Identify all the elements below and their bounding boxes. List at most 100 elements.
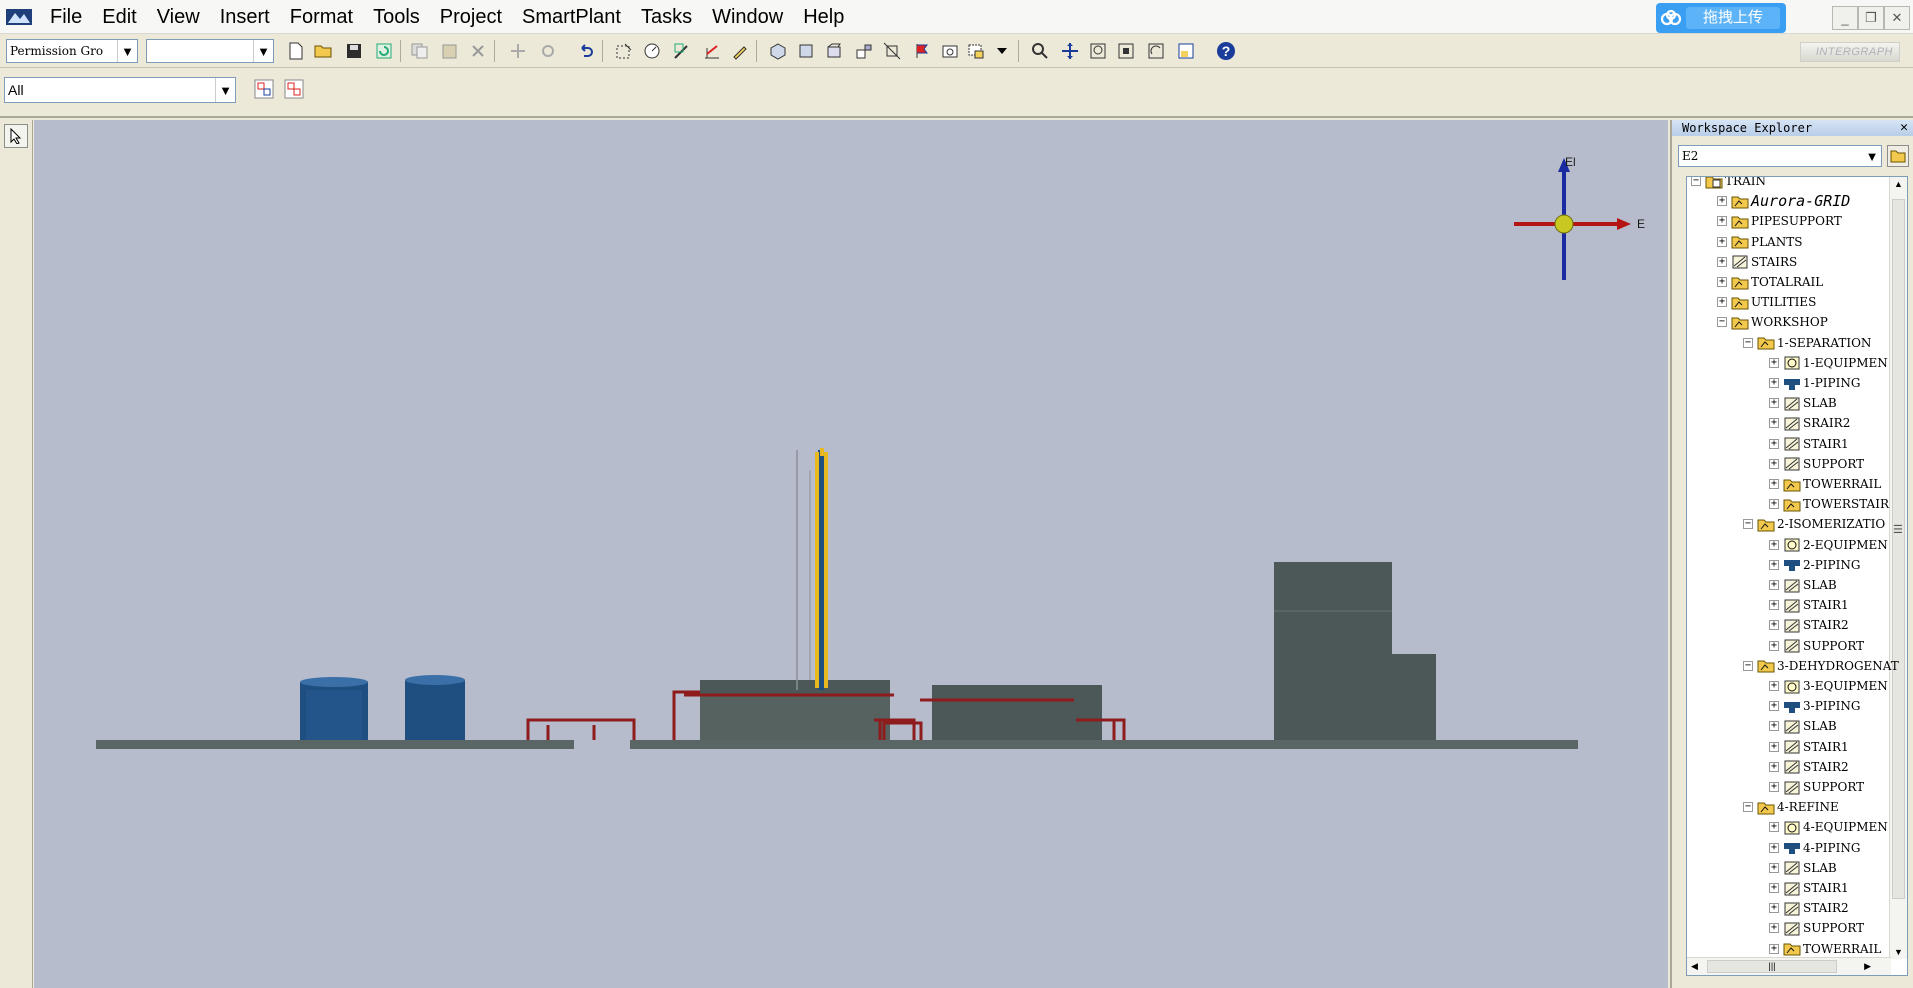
tree-node[interactable]: +2-EQUIPMEN — [1769, 535, 1888, 555]
paste-icon[interactable] — [438, 39, 462, 63]
new-file-icon[interactable] — [284, 39, 308, 63]
tree-node[interactable]: + STAIR1 — [1769, 878, 1849, 898]
expand-icon[interactable]: + — [1769, 782, 1779, 792]
expand-icon[interactable]: + — [1717, 236, 1727, 247]
close-icon[interactable]: ✕ — [1884, 6, 1910, 30]
tree-node[interactable]: + SLAB — [1769, 393, 1837, 413]
expand-icon[interactable]: + — [1769, 398, 1779, 409]
collapse-icon[interactable]: − — [1743, 802, 1753, 813]
tree-node[interactable]: + PIPESUPPORT — [1717, 211, 1842, 231]
fit-icon[interactable] — [1114, 39, 1138, 63]
tree-node[interactable]: − WORKSHOP — [1717, 312, 1828, 332]
rotate-icon[interactable] — [536, 39, 560, 63]
expand-icon[interactable]: + — [1769, 378, 1779, 388]
tree-node[interactable]: + SLAB — [1769, 575, 1837, 595]
collapse-icon[interactable]: − — [1743, 660, 1753, 671]
browse-folder-icon[interactable] — [1887, 145, 1909, 167]
menu-view[interactable]: View — [147, 0, 210, 34]
tree-node[interactable]: + STAIR1 — [1769, 434, 1849, 454]
expand-icon[interactable]: + — [1769, 943, 1779, 954]
tree-node[interactable]: +3-EQUIPMEN — [1769, 676, 1888, 696]
expand-icon[interactable]: + — [1769, 903, 1779, 914]
collapse-icon[interactable]: − — [1743, 337, 1753, 348]
expand-icon[interactable]: + — [1769, 721, 1779, 732]
tree-node[interactable]: +4-PIPING — [1769, 838, 1860, 858]
expand-icon[interactable]: + — [1769, 923, 1779, 934]
view-top-icon[interactable] — [794, 39, 818, 63]
zoom-area-icon[interactable] — [1086, 39, 1110, 63]
clip-icon[interactable] — [880, 39, 904, 63]
view-iso-icon[interactable] — [766, 39, 790, 63]
expand-icon[interactable]: + — [1769, 479, 1779, 489]
workspace-filter-select[interactable]: ▼ — [146, 39, 274, 63]
expand-icon[interactable]: + — [1769, 842, 1779, 853]
menu-insert[interactable]: Insert — [210, 0, 280, 34]
menu-help[interactable]: Help — [793, 0, 854, 34]
tree-node[interactable]: + STAIR1 — [1769, 595, 1849, 615]
tree-vertical-scrollbar[interactable]: ▲ ☰ ▼ — [1889, 177, 1907, 959]
expand-icon[interactable]: + — [1769, 640, 1779, 651]
tree-node[interactable]: +1-PIPING — [1769, 373, 1860, 393]
tree-node[interactable]: + SUPPORT — [1769, 454, 1864, 474]
delete-icon[interactable] — [466, 39, 490, 63]
minimize-icon[interactable]: _ — [1832, 6, 1858, 30]
menu-format[interactable]: Format — [280, 0, 363, 34]
tree-node[interactable]: + SLAB — [1769, 716, 1837, 736]
move-icon[interactable] — [506, 39, 530, 63]
tree-node[interactable]: + SUPPORT — [1769, 636, 1864, 656]
tree-node[interactable]: + TOTALRAIL — [1717, 272, 1823, 292]
tree-node[interactable]: − 2-ISOMERIZATIO — [1743, 514, 1885, 534]
expand-icon[interactable]: + — [1769, 741, 1779, 752]
drag-upload-button[interactable]: 拖拽上传 — [1656, 3, 1786, 33]
expand-icon[interactable]: + — [1769, 620, 1779, 631]
expand-icon[interactable]: + — [1769, 418, 1779, 429]
save-icon[interactable] — [342, 39, 366, 63]
collapse-icon[interactable]: − — [1691, 177, 1701, 186]
restore-icon[interactable]: ❐ — [1858, 6, 1884, 30]
tree-node[interactable]: +2-PIPING — [1769, 555, 1860, 575]
view-front-icon[interactable] — [822, 39, 846, 63]
clear-filter-icon[interactable] — [282, 77, 306, 101]
menu-file[interactable]: File — [40, 0, 92, 34]
expand-icon[interactable]: + — [1769, 559, 1779, 570]
collapse-icon[interactable]: − — [1743, 519, 1753, 530]
view-side-icon[interactable] — [852, 39, 876, 63]
menu-tools[interactable]: Tools — [363, 0, 430, 34]
view-properties-icon[interactable] — [1174, 39, 1198, 63]
tree-node[interactable]: +3-PIPING — [1769, 696, 1860, 716]
expand-icon[interactable]: + — [1717, 256, 1727, 267]
expand-icon[interactable]: + — [1769, 883, 1779, 893]
open-folder-icon[interactable] — [312, 39, 336, 63]
expand-icon[interactable]: + — [1769, 438, 1779, 449]
tree-node[interactable]: − 3-DEHYDROGENAT — [1743, 656, 1899, 676]
expand-icon[interactable]: + — [1769, 458, 1779, 469]
chevron-down-icon[interactable] — [994, 39, 1010, 63]
expand-icon[interactable]: + — [1769, 580, 1779, 590]
collapse-icon[interactable]: − — [1717, 317, 1727, 328]
flag-icon[interactable] — [910, 39, 934, 63]
permission-group-select[interactable]: Permission Gro ▼ — [6, 39, 138, 63]
select-pointer-icon[interactable] — [4, 124, 28, 148]
expand-icon[interactable]: + — [1769, 357, 1779, 368]
pan-icon[interactable] — [1058, 39, 1082, 63]
tree-node[interactable]: + SUPPORT — [1769, 918, 1864, 938]
tree-node[interactable]: + STAIRS — [1717, 252, 1797, 272]
workspace-explorer-select[interactable]: E2 ▼ — [1678, 145, 1882, 167]
pencil-icon[interactable] — [728, 39, 752, 63]
tree-node[interactable]: + TOWERRAIL — [1769, 474, 1881, 494]
expand-icon[interactable]: + — [1717, 196, 1727, 207]
expand-icon[interactable]: + — [1717, 297, 1727, 308]
expand-icon[interactable]: + — [1717, 216, 1727, 227]
expand-icon[interactable]: + — [1769, 499, 1779, 510]
menu-edit[interactable]: Edit — [92, 0, 146, 34]
tree-node[interactable]: + STAIR2 — [1769, 757, 1849, 777]
menu-window[interactable]: Window — [702, 0, 793, 34]
copy-icon[interactable] — [408, 39, 432, 63]
refresh-icon[interactable] — [372, 39, 396, 63]
tree-node[interactable]: + STAIR1 — [1769, 737, 1849, 757]
tree-node[interactable]: + STAIR2 — [1769, 898, 1849, 918]
expand-icon[interactable]: + — [1769, 681, 1779, 691]
zoom-icon[interactable] — [1028, 39, 1052, 63]
expand-icon[interactable]: + — [1769, 600, 1779, 611]
menu-tasks[interactable]: Tasks — [631, 0, 702, 34]
